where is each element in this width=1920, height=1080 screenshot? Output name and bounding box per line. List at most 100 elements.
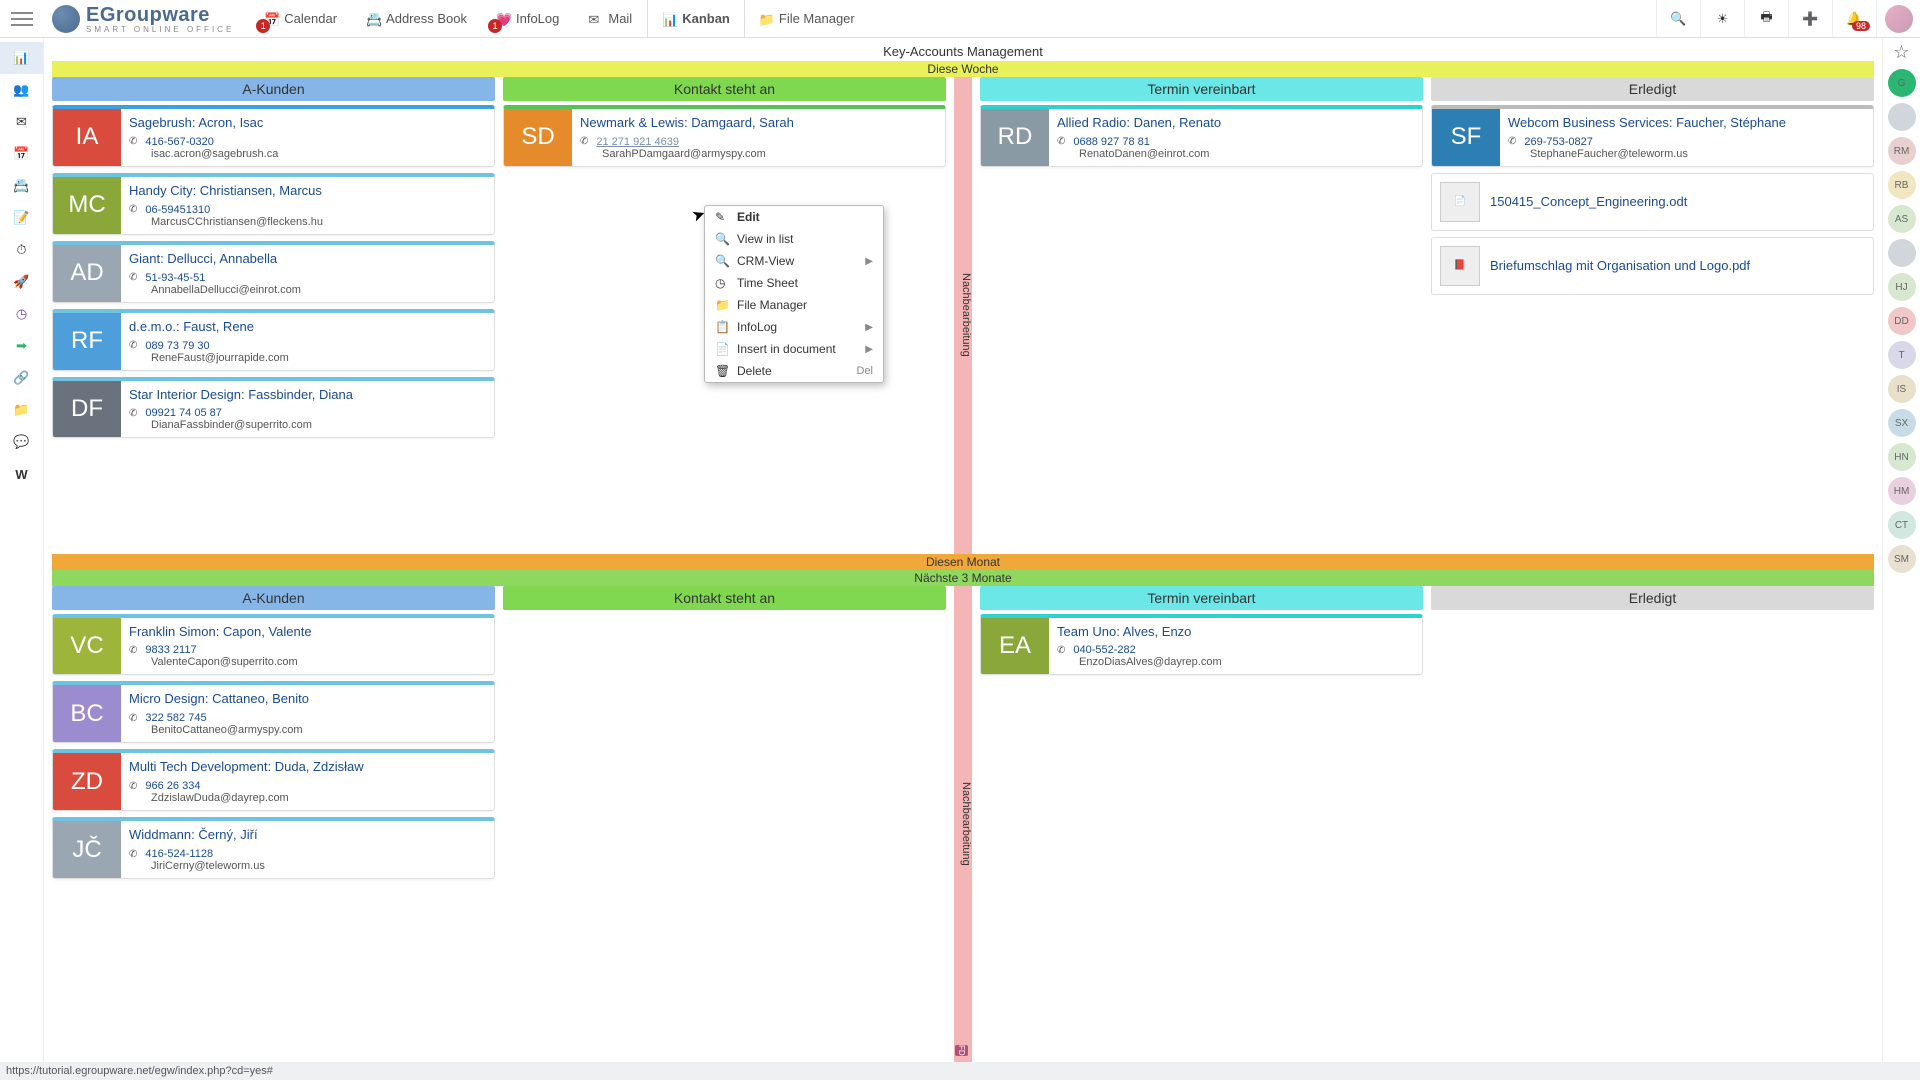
card-phone[interactable]: 966 26 334 [145, 780, 200, 792]
kanban-card[interactable]: MC Handy City: Christiansen, Marcus ✆06-… [52, 173, 495, 235]
presence-avatar[interactable]: SM [1888, 545, 1916, 573]
kanban-card[interactable]: VC Franklin Simon: Capon, Valente ✆9833 … [52, 614, 495, 676]
column-header[interactable]: Termin vereinbart [980, 77, 1423, 101]
add-tool[interactable]: ➕ [1788, 0, 1832, 37]
column-header[interactable]: Erledigt [1431, 77, 1874, 101]
presence-avatar[interactable]: HJ [1888, 273, 1916, 301]
sidebar-notes[interactable]: 📝 [0, 202, 43, 234]
context-menu[interactable]: ✎Edit🔍View in list🔍CRM-View▶◷Time Sheet📁… [704, 205, 884, 383]
topnav-mail[interactable]: ✉Mail [574, 0, 647, 37]
presence-avatar[interactable]: CT [1888, 511, 1916, 539]
search-tool[interactable]: 🔍 [1656, 0, 1700, 37]
hamburger-menu[interactable] [0, 0, 44, 37]
card-email[interactable]: BenitoCattaneo@armyspy.com [151, 724, 486, 736]
card-phone[interactable]: 21 271 921 4639 [596, 136, 679, 148]
sidebar-timesheet[interactable]: ⏱ [0, 234, 43, 266]
presence-avatar[interactable]: DD [1888, 307, 1916, 335]
topnav-file-manager[interactable]: 📁File Manager [745, 0, 870, 37]
presence-avatar[interactable]: IS [1888, 375, 1916, 403]
kanban-card[interactable]: EA Team Uno: Alves, Enzo ✆040-552-282 En… [980, 614, 1423, 676]
topnav-infolog[interactable]: 💗InfoLog1 [482, 0, 574, 37]
notifications-tool[interactable]: 🔔98 [1832, 0, 1876, 37]
card-phone[interactable]: 322 582 745 [145, 712, 206, 724]
kanban-card[interactable]: IA Sagebrush: Acron, Isac ✆416-567-0320 … [52, 105, 495, 167]
card-email[interactable]: ValenteCapon@superrito.com [151, 656, 486, 668]
file-card[interactable]: 📄150415_Concept_Engineering.odt [1431, 173, 1874, 231]
card-email[interactable]: MarcusCChristiansen@fleckens.hu [151, 216, 486, 228]
kanban-card[interactable]: BC Micro Design: Cattaneo, Benito ✆322 5… [52, 681, 495, 743]
column-header[interactable]: Kontakt steht an [503, 77, 946, 101]
card-email[interactable]: AnnabellaDellucci@einrot.com [151, 284, 486, 296]
menu-item-infolog[interactable]: 📋InfoLog▶ [705, 316, 883, 338]
card-email[interactable]: StephaneFaucher@teleworm.us [1530, 148, 1865, 160]
topnav-calendar[interactable]: 📅Calendar1 [250, 0, 352, 37]
presence-avatar[interactable]: RM [1888, 137, 1916, 165]
menu-item-crm-view[interactable]: 🔍CRM-View▶ [705, 250, 883, 272]
sidebar-calendar[interactable]: 📅 [0, 138, 43, 170]
sidebar-link[interactable]: 🔗 [0, 362, 43, 394]
menu-item-time-sheet[interactable]: ◷Time Sheet [705, 272, 883, 294]
sidebar-export[interactable]: ➡ [0, 330, 43, 362]
presence-avatar[interactable]: AS [1888, 205, 1916, 233]
card-phone[interactable]: 269-753-0827 [1524, 136, 1593, 148]
card-phone[interactable]: 06-59451310 [145, 204, 210, 216]
presence-avatar[interactable]: HN [1888, 443, 1916, 471]
sidebar-kanban[interactable]: 📊 [0, 42, 43, 74]
kanban-card[interactable]: DF Star Interior Design: Fassbinder, Dia… [52, 377, 495, 439]
vertical-divider[interactable]: Nachbearbeitung [954, 77, 972, 554]
card-phone[interactable]: 040-552-282 [1073, 644, 1135, 656]
sidebar-mail[interactable]: ✉ [0, 106, 43, 138]
kanban-card[interactable]: ZD Multi Tech Development: Duda, Zdzisła… [52, 749, 495, 811]
presence-avatar[interactable] [1888, 239, 1916, 267]
theme-tool[interactable]: ☀ [1700, 0, 1744, 37]
card-phone[interactable]: 0688 927 78 81 [1073, 136, 1149, 148]
card-email[interactable]: RenatoDanen@einrot.com [1079, 148, 1414, 160]
menu-item-file-manager[interactable]: 📁File Manager [705, 294, 883, 316]
column-header[interactable]: Termin vereinbart [980, 586, 1423, 610]
menu-item-delete[interactable]: 🗑DeleteDel [705, 360, 883, 382]
print-tool[interactable]: 🖶 [1744, 0, 1788, 37]
presence-avatar[interactable] [1888, 103, 1916, 131]
sidebar-wiki[interactable]: W [0, 458, 43, 490]
user-avatar[interactable] [1876, 0, 1920, 37]
sidebar-contacts[interactable]: 👥 [0, 74, 43, 106]
topnav-kanban[interactable]: 📊Kanban [647, 0, 745, 37]
sidebar-chat[interactable]: 💬 [0, 426, 43, 458]
sidebar-files[interactable]: 📁 [0, 394, 43, 426]
presence-avatar[interactable]: T [1888, 341, 1916, 369]
column-header[interactable]: A-Kunden [52, 586, 495, 610]
menu-item-view-in-list[interactable]: 🔍View in list [705, 228, 883, 250]
topnav-address-book[interactable]: 📇Address Book [352, 0, 482, 37]
sidebar-clock[interactable]: ◷ [0, 298, 43, 330]
card-email[interactable]: JiriCerny@teleworm.us [151, 860, 486, 872]
column-header[interactable]: A-Kunden [52, 77, 495, 101]
column-header[interactable]: Erledigt [1431, 586, 1874, 610]
kanban-card[interactable]: SD Newmark & Lewis: Damgaard, Sarah ✆21 … [503, 105, 946, 167]
favorite-icon[interactable]: ☆ [1893, 42, 1909, 63]
card-email[interactable]: ReneFaust@jourrapide.com [151, 352, 486, 364]
column-header[interactable]: Kontakt steht an [503, 586, 946, 610]
card-phone[interactable]: 51-93-45-51 [145, 272, 205, 284]
card-phone[interactable]: 416-524-1128 [145, 848, 213, 860]
swimlane-header[interactable]: Diesen Monat [52, 554, 1874, 570]
card-email[interactable]: isac.acron@sagebrush.ca [151, 148, 486, 160]
kanban-card[interactable]: RD Allied Radio: Danen, Renato ✆0688 927… [980, 105, 1423, 167]
sidebar-addressbook[interactable]: 📇 [0, 170, 43, 202]
kanban-card[interactable]: RF d.e.m.o.: Faust, Rene ✆089 73 79 30 R… [52, 309, 495, 371]
swimlane-header[interactable]: Nächste 3 Monate [52, 570, 1874, 586]
card-email[interactable]: SarahPDamgaard@armyspy.com [602, 148, 937, 160]
presence-avatar[interactable]: SX [1888, 409, 1916, 437]
menu-item-insert-in-document[interactable]: 📄Insert in document▶ [705, 338, 883, 360]
file-card[interactable]: 📕Briefumschlag mit Organisation und Logo… [1431, 237, 1874, 295]
app-logo[interactable]: EGroupware SMART ONLINE OFFICE [44, 4, 242, 34]
kanban-card[interactable]: JČ Widdmann: Černý, Jiří ✆416-524-1128 J… [52, 817, 495, 879]
card-phone[interactable]: 09921 74 05 87 [145, 407, 221, 419]
card-email[interactable]: DianaFassbinder@superrito.com [151, 419, 486, 431]
presence-avatar[interactable]: G [1888, 69, 1916, 97]
sidebar-launch[interactable]: 🚀 [0, 266, 43, 298]
card-phone[interactable]: 089 73 79 30 [145, 340, 209, 352]
card-email[interactable]: ZdzislawDuda@dayrep.com [151, 792, 486, 804]
menu-item-edit[interactable]: ✎Edit [705, 206, 883, 228]
swimlane-header[interactable]: Diese Woche [52, 61, 1874, 77]
kanban-card[interactable]: SF Webcom Business Services: Faucher, St… [1431, 105, 1874, 167]
